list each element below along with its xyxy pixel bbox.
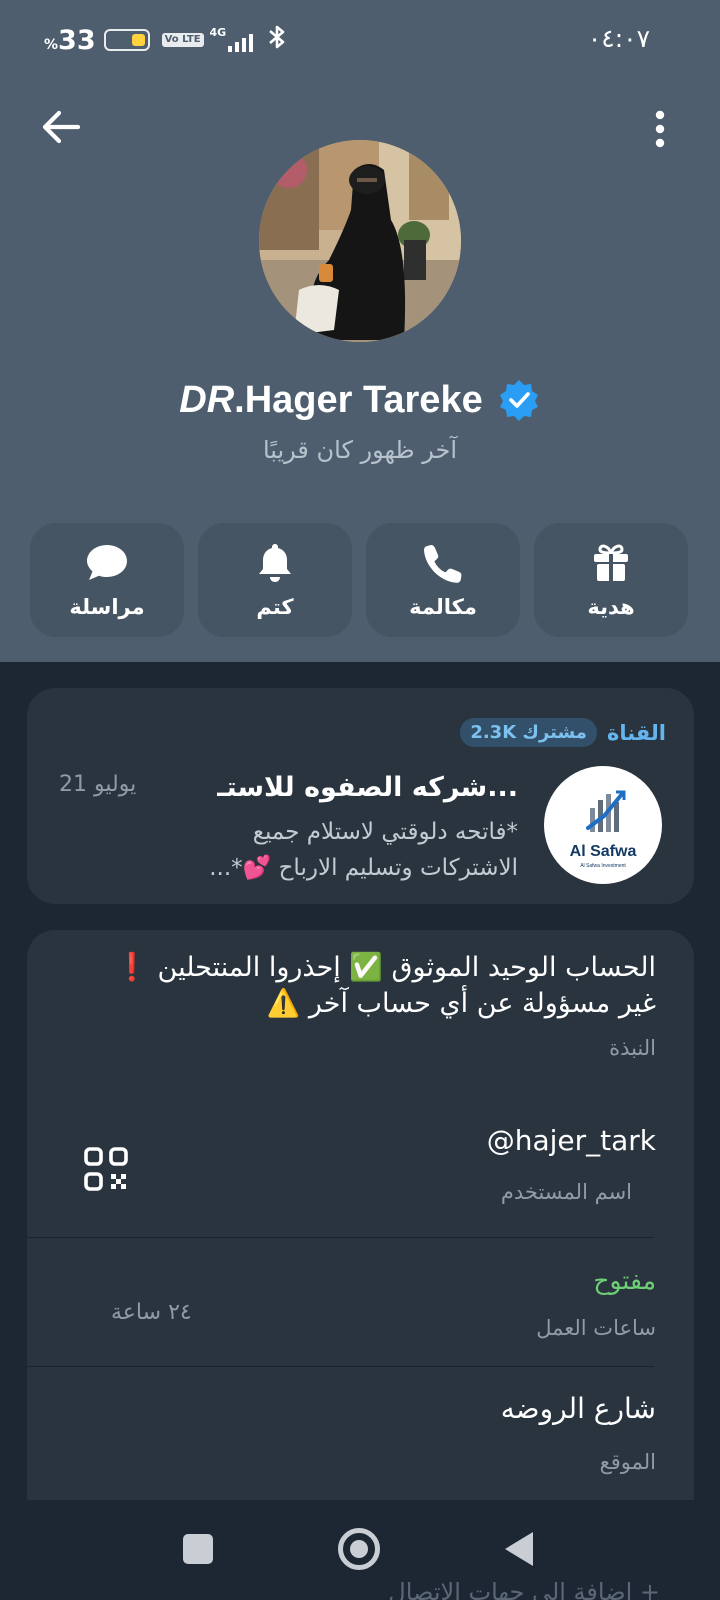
system-back-button[interactable] bbox=[505, 1532, 533, 1566]
status-icons: %33 Vo LTE 4G bbox=[44, 24, 286, 56]
divider bbox=[27, 1366, 654, 1367]
clock: ٠٤:٠٧ bbox=[587, 24, 650, 53]
location-label: الموقع bbox=[599, 1450, 656, 1474]
profile-name: DR.Hager Tareke bbox=[179, 378, 483, 421]
last-seen-status: آخر ظهور كان قريبًا bbox=[262, 436, 458, 464]
system-navigation-bar: + إضافة إلى جهات الاتصال bbox=[0, 1500, 720, 1600]
profile-header: %33 Vo LTE 4G ٠٤:٠٧ DR.Hager Tareke آخر … bbox=[0, 0, 720, 662]
divider bbox=[27, 1237, 654, 1238]
more-vertical-icon bbox=[655, 110, 665, 148]
profile-avatar[interactable] bbox=[259, 140, 461, 342]
battery-icon bbox=[103, 29, 150, 51]
signal-icon: 4G bbox=[210, 26, 258, 52]
logo-subtext: Al Safwa Investment bbox=[580, 863, 626, 869]
bluetooth-icon bbox=[268, 24, 286, 56]
username-label: اسم المستخدم bbox=[500, 1180, 632, 1204]
mute-label: كتم bbox=[256, 595, 294, 619]
profile-name-row: DR.Hager Tareke bbox=[0, 378, 720, 422]
hours-status[interactable]: مفتوح bbox=[593, 1266, 656, 1295]
channel-post-date: 21 يوليو bbox=[59, 772, 137, 797]
channel-logo: Al Safwa Al Safwa Investment bbox=[544, 766, 662, 884]
message-button[interactable]: مراسلة bbox=[30, 523, 184, 637]
username-value[interactable]: @hajer_tark bbox=[487, 1124, 656, 1157]
recents-button[interactable] bbox=[183, 1534, 213, 1564]
call-label: مكالمة bbox=[409, 595, 477, 619]
qr-code-button[interactable] bbox=[83, 1146, 129, 1192]
channel-last-message: *فاتحه دلوقتي لاستلام جميع الاشتركات وتس… bbox=[209, 819, 518, 881]
status-bar: %33 Vo LTE 4G ٠٤:٠٧ bbox=[0, 24, 720, 60]
back-button[interactable] bbox=[38, 104, 84, 150]
battery-percent: %33 bbox=[44, 24, 96, 56]
gift-icon bbox=[594, 544, 628, 581]
home-button[interactable] bbox=[338, 1528, 380, 1570]
more-options-button[interactable] bbox=[640, 108, 680, 152]
action-buttons: مراسلة كتم مكالمة هدية bbox=[30, 523, 690, 637]
gift-label: هدية bbox=[587, 595, 635, 619]
verified-badge-icon bbox=[499, 380, 538, 421]
volte-icon: Vo LTE bbox=[161, 33, 204, 47]
bio-label: النبذة bbox=[609, 1036, 656, 1060]
message-label: مراسلة bbox=[69, 595, 145, 619]
info-card: الحساب الوحيد الموثوق ✅ إحذروا المنتحلين… bbox=[27, 930, 694, 1510]
subscriber-count-badge: 2.3K مشترك bbox=[460, 718, 597, 747]
bell-icon bbox=[259, 544, 291, 582]
channel-card[interactable]: القناة 2.3K مشترك Al Safwa Al Safwa Inve… bbox=[27, 688, 694, 904]
location-value[interactable]: شارع الروضه bbox=[501, 1392, 656, 1425]
qr-code-icon bbox=[84, 1147, 128, 1191]
channel-tags: القناة 2.3K مشترك bbox=[460, 718, 666, 747]
phone-icon bbox=[423, 545, 462, 583]
chat-bubble-icon bbox=[87, 545, 127, 580]
call-button[interactable]: مكالمة bbox=[366, 523, 520, 637]
channel-type-label: القناة bbox=[606, 720, 666, 745]
bio-text: الحساب الوحيد الموثوق ✅ إحذروا المنتحلين… bbox=[115, 952, 656, 1019]
gift-button[interactable]: هدية bbox=[534, 523, 688, 637]
hours-value: ٢٤ ساعة bbox=[111, 1300, 192, 1325]
mute-button[interactable]: كتم bbox=[198, 523, 352, 637]
add-contact-hint: + إضافة إلى جهات الاتصال bbox=[388, 1578, 660, 1600]
logo-text: Al Safwa bbox=[570, 843, 637, 860]
hours-label: ساعات العمل bbox=[536, 1316, 656, 1340]
channel-title: شركه الصفوه للاستـ... bbox=[217, 772, 518, 803]
arrow-left-icon bbox=[42, 110, 81, 144]
